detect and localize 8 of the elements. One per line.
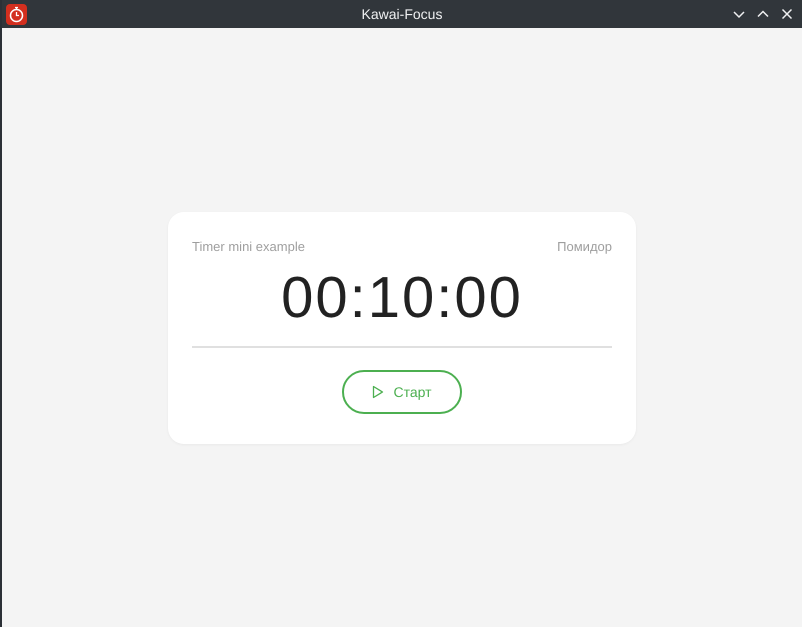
timer-display: 00:10:00 [281,266,523,330]
timer-mode: Помидор [557,238,612,254]
start-button[interactable]: Старт [342,370,462,414]
close-icon [780,7,794,21]
window-title: Kawai-Focus [362,6,442,22]
play-icon [372,384,384,398]
app-logo-icon [6,4,27,24]
timer-name: Timer mini example [192,238,305,254]
